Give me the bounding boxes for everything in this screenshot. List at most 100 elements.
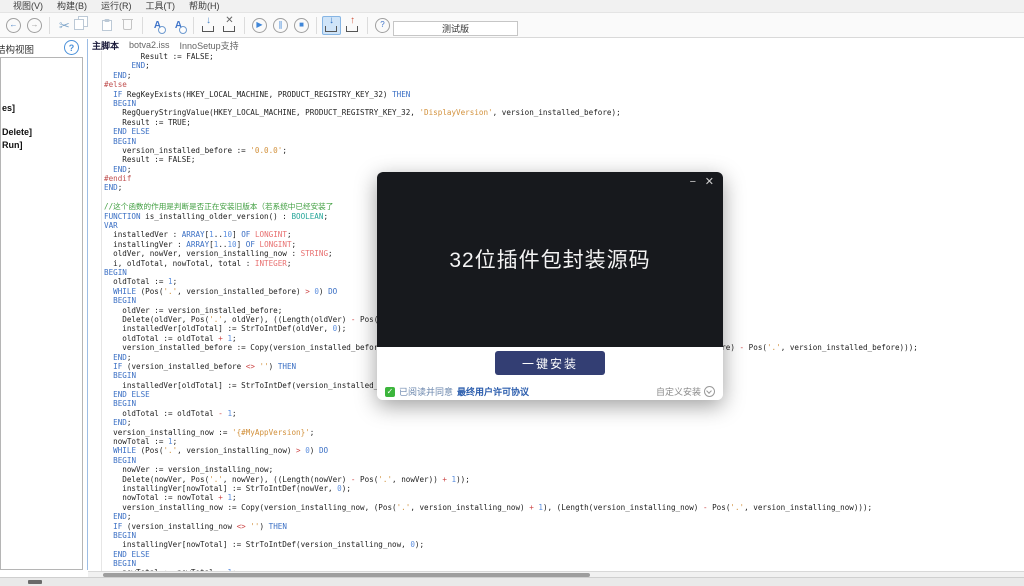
code-line: BEGIN bbox=[104, 531, 918, 540]
code-line: version_installing_now := Copy(version_i… bbox=[104, 503, 918, 512]
toolbar-separator bbox=[49, 17, 50, 34]
code-line: BEGIN bbox=[104, 456, 918, 465]
help-icon[interactable]: ? bbox=[373, 16, 392, 35]
paste-icon[interactable] bbox=[97, 16, 116, 35]
code-line: BEGIN bbox=[104, 99, 918, 108]
structure-view-item[interactable]: es] bbox=[1, 103, 82, 114]
custom-install-label: 自定义安装 bbox=[656, 385, 701, 398]
forward-icon: → bbox=[27, 18, 42, 33]
magnifier-shape bbox=[158, 26, 166, 34]
code-line: WHILE (Pos('.', version_installing_now) … bbox=[104, 446, 918, 455]
version-badge: 测试版 bbox=[393, 21, 518, 36]
code-line: END; bbox=[104, 71, 918, 80]
stop-icon[interactable]: ■ bbox=[292, 16, 311, 35]
chevron-down-icon bbox=[704, 386, 715, 397]
custom-install-toggle[interactable]: 自定义安装 bbox=[656, 385, 715, 398]
copy-icon[interactable] bbox=[76, 16, 95, 35]
installer-dialog: − ✕ 32位插件包封装源码 一键安装 ✓ 已阅读并同意 最终用户许可协议 自定… bbox=[377, 172, 723, 400]
toolbar-separator bbox=[193, 17, 194, 34]
code-line: END; bbox=[104, 512, 918, 521]
cut-icon: ✂ bbox=[59, 19, 70, 32]
structure-view-item[interactable]: Run] bbox=[1, 140, 82, 151]
help-icon[interactable]: ? bbox=[64, 40, 79, 55]
close-icon[interactable]: ✕ bbox=[705, 177, 714, 188]
toolbar-separator bbox=[316, 17, 317, 34]
stop-icon: ■ bbox=[294, 18, 309, 33]
code-line: Result := FALSE; bbox=[104, 52, 918, 61]
code-line: Result := FALSE; bbox=[104, 155, 918, 164]
code-line: installingVer[nowTotal] := StrToIntDef(n… bbox=[104, 484, 918, 493]
agree-text: 已阅读并同意 bbox=[399, 385, 453, 398]
code-line: BEGIN bbox=[104, 137, 918, 146]
eula-link[interactable]: 最终用户许可协议 bbox=[457, 385, 529, 398]
replace-icon[interactable]: A bbox=[169, 16, 188, 35]
menu-item[interactable]: 运行(R) bbox=[94, 0, 139, 13]
script-tab[interactable]: InnoSetup支持 bbox=[180, 39, 239, 52]
status-bar bbox=[0, 577, 1024, 586]
run-icon[interactable]: ▶ bbox=[250, 16, 269, 35]
tray-shape: ✕ bbox=[222, 18, 237, 33]
back-icon[interactable]: ← bbox=[4, 16, 23, 35]
code-line: END; bbox=[104, 418, 918, 427]
back-icon: ← bbox=[6, 18, 21, 33]
help-icon: ? bbox=[375, 18, 390, 33]
script-tab-bar: 主脚本 botva2.iss InnoSetup支持 bbox=[92, 39, 239, 51]
one-click-install-button[interactable]: 一键安装 bbox=[495, 351, 605, 375]
code-line: END; bbox=[104, 61, 918, 70]
structure-view-header: 结构视图 ? bbox=[0, 39, 86, 56]
export-icon[interactable]: ↑ bbox=[343, 16, 362, 35]
menu-item[interactable]: 视图(V) bbox=[6, 0, 50, 13]
code-line: version_installing_now := '{#MyAppVersio… bbox=[104, 428, 918, 437]
structure-view-list[interactable]: es] Delete] Run] bbox=[0, 57, 83, 570]
forward-icon[interactable]: → bbox=[25, 16, 44, 35]
menu-item[interactable]: 构建(B) bbox=[50, 0, 94, 13]
eula-checkbox[interactable]: ✓ bbox=[385, 387, 395, 397]
code-line: IF RegKeyExists(HKEY_LOCAL_MACHINE, PROD… bbox=[104, 90, 918, 99]
import-script-icon[interactable]: ↓ bbox=[199, 16, 218, 35]
tray-shape: ↑ bbox=[345, 18, 360, 33]
menu-bar: 视图(V)构建(B)运行(R)工具(T)帮助(H) bbox=[0, 0, 1024, 13]
delete-icon[interactable] bbox=[118, 16, 137, 35]
pause-icon[interactable]: ∥ bbox=[271, 16, 290, 35]
code-line: #else bbox=[104, 80, 918, 89]
trash-shape bbox=[122, 19, 133, 21]
status-indicator bbox=[28, 580, 42, 584]
toolbar-separator bbox=[142, 17, 143, 34]
installer-dialog-panel: − ✕ 32位插件包封装源码 bbox=[377, 172, 723, 347]
code-line: oldTotal := oldTotal - 1; bbox=[104, 409, 918, 418]
script-tab[interactable]: 主脚本 bbox=[92, 39, 119, 52]
clear-script-icon[interactable]: ✕ bbox=[220, 16, 239, 35]
clipboard-shape bbox=[102, 20, 112, 31]
code-line: BEGIN bbox=[104, 399, 918, 408]
code-line: version_installed_before := '0.0.0'; bbox=[104, 146, 918, 155]
pause-icon: ∥ bbox=[273, 18, 288, 33]
installer-footer-row: ✓ 已阅读并同意 最终用户许可协议 自定义安装 bbox=[385, 385, 715, 398]
find-icon[interactable]: A bbox=[148, 16, 167, 35]
structure-view-item[interactable]: Delete] bbox=[1, 127, 82, 138]
minimize-icon[interactable]: − bbox=[690, 177, 696, 188]
code-line: IF (version_installing_now <> '') THEN bbox=[104, 522, 918, 531]
code-line: BEGIN bbox=[104, 559, 918, 568]
installer-dialog-footer-panel: 一键安装 ✓ 已阅读并同意 最终用户许可协议 自定义安装 bbox=[377, 347, 723, 400]
code-line: RegQueryStringValue(HKEY_LOCAL_MACHINE, … bbox=[104, 108, 918, 117]
trash-shape bbox=[123, 20, 132, 30]
app-window: 视图(V)构建(B)运行(R)工具(T)帮助(H) ←→✂AA↓✕▶∥■↓↑? … bbox=[0, 0, 1024, 586]
code-line: END ELSE bbox=[104, 550, 918, 559]
code-line: installingVer[nowTotal] := StrToIntDef(v… bbox=[104, 540, 918, 549]
installer-title: 32位插件包封装源码 bbox=[377, 244, 723, 274]
script-tab[interactable]: botva2.iss bbox=[129, 40, 170, 50]
toolbar-separator bbox=[244, 17, 245, 34]
code-line: nowVer := version_installing_now; bbox=[104, 465, 918, 474]
code-line: END ELSE bbox=[104, 127, 918, 136]
tray-shape: ↓ bbox=[324, 18, 339, 33]
compile-icon[interactable]: ↓ bbox=[322, 16, 341, 35]
cut-icon[interactable]: ✂ bbox=[55, 16, 74, 35]
magnifier-shape bbox=[179, 26, 187, 34]
menu-item[interactable]: 工具(T) bbox=[139, 0, 183, 13]
toolbar-separator bbox=[367, 17, 368, 34]
tray-shape: ↓ bbox=[201, 18, 216, 33]
code-line: nowTotal := nowTotal + 1; bbox=[104, 493, 918, 502]
code-line: Result := TRUE; bbox=[104, 118, 918, 127]
menu-item[interactable]: 帮助(H) bbox=[182, 0, 227, 13]
code-line: nowTotal := 1; bbox=[104, 437, 918, 446]
